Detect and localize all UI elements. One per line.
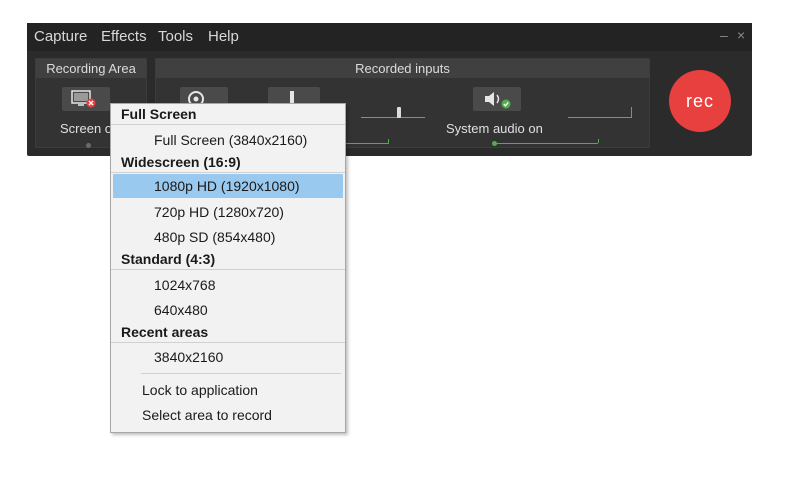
section-header-widescreen: Widescreen (16:9) (111, 152, 345, 173)
mic-indicator-line (346, 143, 389, 144)
menu-item-full-screen[interactable]: Full Screen (3840x2160) (113, 128, 343, 152)
menu-tools[interactable]: Tools (158, 28, 193, 45)
speaker-icon (485, 92, 511, 109)
menu-item-lock-to-application[interactable]: Lock to application (113, 378, 343, 402)
screen-area-button[interactable] (62, 87, 110, 111)
close-button[interactable]: × (737, 27, 745, 43)
system-audio-button[interactable] (473, 87, 521, 111)
menu-help[interactable]: Help (208, 28, 239, 45)
menu-item-select-area[interactable]: Select area to record (113, 403, 343, 427)
rec-button[interactable]: rec (669, 70, 731, 132)
menu-item-1024x768[interactable]: 1024x768 (113, 273, 343, 297)
system-audio-status-label: System audio on (446, 121, 543, 136)
system-audio-indicator-tick (598, 139, 599, 143)
system-audio-level-meter (568, 117, 632, 118)
menu-item-640x480[interactable]: 640x480 (113, 298, 343, 322)
screen-indicator-dot (86, 143, 91, 148)
screen-status-label: Screen o (60, 121, 113, 136)
mic-level-meter (361, 117, 425, 118)
menu-item-1080p[interactable]: 1080p HD (1920x1080) (113, 174, 343, 198)
menu-item-720p[interactable]: 720p HD (1280x720) (113, 200, 343, 224)
menu-item-480p[interactable]: 480p SD (854x480) (113, 225, 343, 249)
section-header-recent-areas: Recent areas (111, 322, 345, 343)
recording-area-header: Recording Area (36, 59, 146, 78)
screen-disabled-icon (71, 90, 96, 108)
recorded-inputs-header: Recorded inputs (156, 59, 649, 78)
mic-indicator-tick (388, 139, 389, 143)
menu-bar: Capture Effects Tools Help – × (27, 23, 752, 51)
system-audio-indicator-line (497, 143, 598, 144)
recording-area-dropdown: Full Screen Full Screen (3840x2160) Wide… (110, 103, 346, 433)
menu-separator (141, 373, 341, 374)
menu-effects[interactable]: Effects (101, 28, 147, 45)
section-header-full-screen: Full Screen (111, 104, 345, 125)
system-audio-meter-end (631, 107, 632, 117)
minimize-button[interactable]: – (720, 27, 728, 43)
section-header-standard: Standard (4:3) (111, 249, 345, 270)
menu-capture[interactable]: Capture (34, 28, 87, 45)
mic-volume-slider[interactable] (397, 107, 401, 118)
menu-item-recent-3840x2160[interactable]: 3840x2160 (113, 345, 343, 369)
